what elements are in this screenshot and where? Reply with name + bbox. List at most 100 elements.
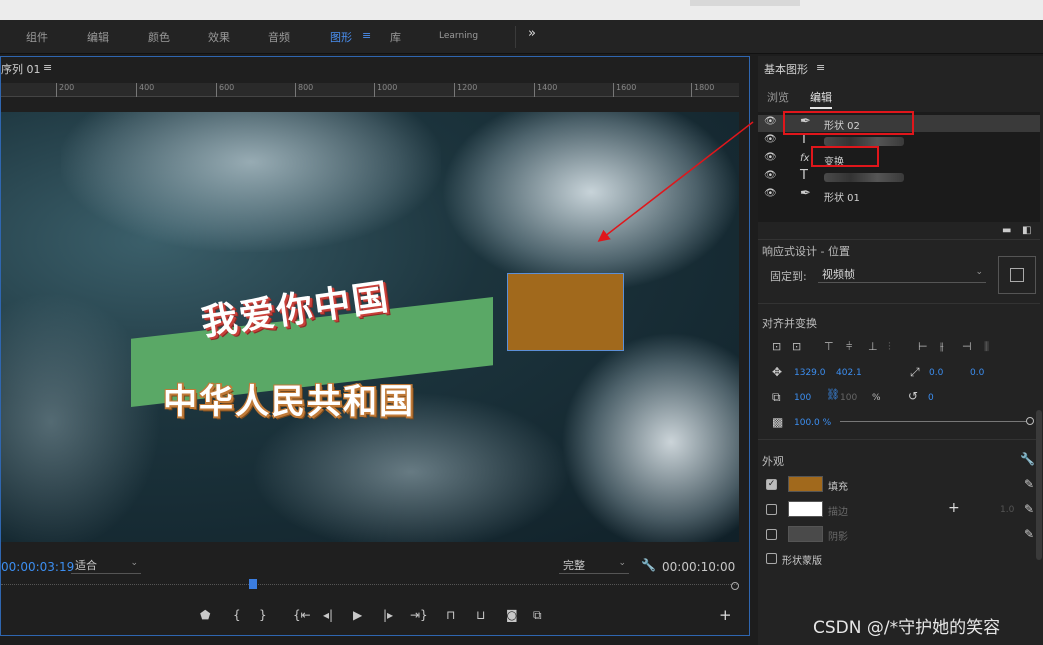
align-horizontal-center-icon[interactable]: ⊡ [792, 340, 801, 353]
ruler-tick: 200 [56, 83, 74, 97]
scale-width-value[interactable]: 100 [794, 393, 811, 403]
shape-mask-checkbox[interactable] [766, 553, 777, 564]
fill-color-swatch[interactable] [788, 476, 823, 492]
workspace-menu-icon[interactable]: ≡ [362, 29, 371, 42]
current-timecode[interactable]: 00:00:03:19 [1, 560, 74, 574]
export-frame-icon[interactable]: ◙ [506, 608, 518, 622]
lift-icon[interactable]: ⊓ [446, 608, 455, 622]
tab-edit[interactable]: 编辑 [810, 89, 832, 109]
eye-icon[interactable]: 👁 [764, 152, 777, 163]
playhead-handle[interactable] [249, 579, 257, 589]
align-left-icon[interactable]: ⊢ [918, 340, 928, 353]
eye-icon[interactable]: 👁 [764, 188, 777, 199]
align-center-icon[interactable]: ⫲ [940, 340, 944, 354]
align-top-icon[interactable]: ⊤ [824, 340, 834, 353]
window-controls [690, 0, 800, 6]
fx-icon: fx [800, 153, 810, 164]
layer-item[interactable]: 👁 T [758, 132, 1040, 150]
text-icon: T [800, 168, 808, 183]
compare-icon[interactable]: ⧉ [533, 608, 542, 623]
workspace-overflow-icon[interactable]: » [528, 26, 536, 41]
ruler-tick: 1400 [534, 83, 557, 97]
add-button-icon[interactable]: + [719, 606, 732, 624]
layer-item[interactable]: 👁 fx 变换 [758, 151, 1040, 168]
workspace-tab-graphics[interactable]: 图形 [330, 29, 352, 45]
add-marker-icon[interactable]: ⬟ [200, 608, 210, 622]
layer-item[interactable]: 👁 T [758, 168, 1040, 186]
eye-icon[interactable]: 👁 [764, 116, 777, 127]
eye-icon[interactable]: 👁 [764, 134, 777, 145]
zoom-level-select[interactable]: 适合 ⌄ [71, 557, 141, 574]
step-forward-icon[interactable]: |▸ [383, 608, 393, 622]
mark-in-icon[interactable]: { [233, 608, 241, 622]
pin-edges-widget[interactable] [998, 256, 1036, 294]
position-y-value[interactable]: 402.1 [836, 368, 862, 378]
align-right-icon[interactable]: ⊣ [962, 340, 972, 353]
stroke-checkbox[interactable] [766, 504, 777, 515]
new-layer-icon[interactable]: ◧ [1022, 225, 1031, 236]
scrub-end-handle[interactable] [731, 582, 739, 590]
stroke-width-value[interactable]: 1.0 [1000, 505, 1014, 515]
go-to-in-icon[interactable]: {⇤ [293, 608, 311, 622]
opacity-slider-handle[interactable] [1026, 417, 1034, 425]
add-stroke-icon[interactable]: + [948, 500, 960, 516]
eyedropper-icon[interactable]: ✎ [1024, 502, 1034, 516]
link-scale-icon[interactable]: ⛓ [826, 388, 840, 401]
opacity-value[interactable]: 100.0 % [794, 418, 831, 428]
playback-resolution-select[interactable]: 完整 ⌄ [559, 557, 629, 574]
workspace-tab-assembly[interactable]: 组件 [26, 29, 48, 45]
fill-checkbox[interactable]: ✓ [766, 479, 777, 490]
workspace-tab-effects[interactable]: 效果 [208, 29, 230, 45]
opacity-slider-track[interactable] [840, 421, 1030, 422]
selected-rectangle-shape[interactable] [507, 273, 624, 351]
monitor-ruler: 200 400 600 800 1000 1200 1400 1600 1800 [1, 83, 739, 97]
align-bottom-icon[interactable]: ⊥ [868, 340, 878, 353]
new-group-icon[interactable]: ▬ [1002, 225, 1011, 236]
anchor-x-value[interactable]: 0.0 [929, 368, 943, 378]
step-back-icon[interactable]: ◂| [323, 608, 333, 622]
anchor-point-icon: ⤢ [910, 365, 920, 379]
workspace-tab-color[interactable]: 颜色 [148, 29, 170, 45]
stroke-color-swatch[interactable] [788, 501, 823, 517]
workspace-tab-audio[interactable]: 音频 [268, 29, 290, 45]
workspace-tab-editing[interactable]: 编辑 [87, 29, 109, 45]
eyedropper-icon[interactable]: ✎ [1024, 477, 1034, 491]
go-to-out-icon[interactable]: ⇥} [410, 608, 428, 622]
align-vertical-center-icon[interactable]: ⊡ [772, 340, 781, 353]
shadow-checkbox[interactable] [766, 529, 777, 540]
tab-browse[interactable]: 浏览 [767, 89, 789, 105]
layer-name: 形状 01 [824, 193, 860, 204]
panel-scrollbar[interactable] [1036, 410, 1042, 560]
annotation-highlight-box [811, 146, 879, 167]
layer-item[interactable]: 👁 ✒ 形状 01 [758, 186, 1040, 204]
monitor-controls: 00:00:03:19 适合 ⌄ 完整 ⌄ 🔧 00:00:10:00 ⬟ { … [1, 554, 749, 634]
scrub-bar[interactable] [1, 579, 739, 594]
anchor-y-value[interactable]: 0.0 [970, 368, 984, 378]
wrench-icon[interactable]: 🔧 [641, 558, 656, 572]
align-middle-icon[interactable]: ⫩ [846, 340, 852, 354]
pin-to-select[interactable]: 视频帧 ⌄ [818, 266, 986, 283]
extract-icon[interactable]: ⊔ [476, 608, 485, 622]
scale-unit: % [872, 393, 881, 403]
mark-out-icon[interactable]: } [259, 608, 267, 622]
eye-icon[interactable]: 👁 [764, 170, 777, 181]
title-text-2[interactable]: 中华人民共和国 [163, 374, 415, 423]
wave-foam [1, 292, 161, 542]
panel-title: 基本图形 [764, 63, 808, 76]
position-x-value[interactable]: 1329.0 [794, 368, 826, 378]
workspace-tab-learning[interactable]: Learning [439, 31, 478, 41]
pin-center-box [1010, 268, 1024, 282]
section-divider [758, 439, 1040, 440]
workspace-separator [515, 26, 516, 48]
eyedropper-icon[interactable]: ✎ [1024, 527, 1034, 541]
monitor-menu-icon[interactable]: ≡ [43, 61, 52, 74]
shadow-color-swatch[interactable] [788, 526, 823, 542]
scale-height-value[interactable]: 100 [840, 393, 857, 403]
workspace-tab-libraries[interactable]: 库 [390, 29, 401, 45]
rotation-value[interactable]: 0 [928, 393, 934, 403]
panel-menu-icon[interactable]: ≡ [816, 61, 825, 74]
wave-foam [561, 332, 739, 542]
wrench-icon[interactable]: 🔧 [1020, 452, 1035, 466]
pin-to-value: 视频帧 [822, 268, 855, 281]
play-icon[interactable]: ▶ [353, 608, 362, 622]
